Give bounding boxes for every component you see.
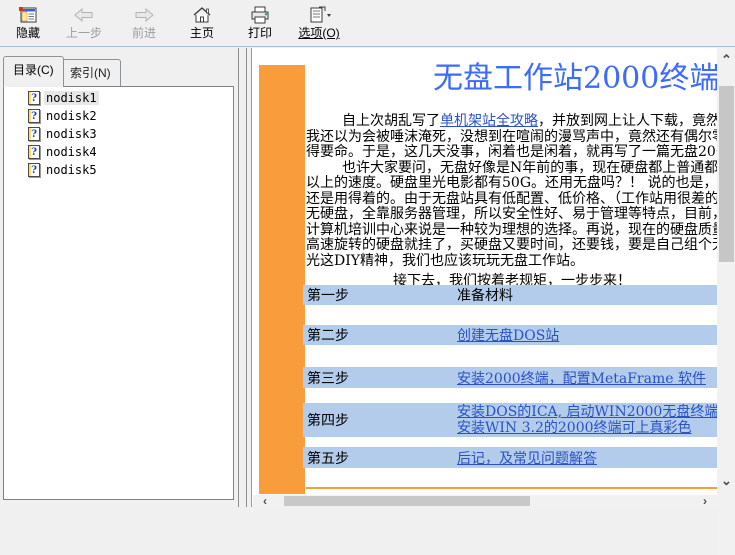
tree-item-nodisk5[interactable]: ? nodisk5	[28, 162, 233, 177]
forward-button[interactable]: 前进	[124, 0, 164, 44]
scroll-down-icon[interactable]: ⌄	[717, 472, 735, 489]
print-button[interactable]: 打印	[242, 0, 278, 44]
toolbar: 隐藏 上一步 前进 主页	[0, 0, 735, 47]
orange-divider-line	[306, 487, 717, 489]
tree-item-label: nodisk2	[44, 109, 99, 123]
tree-item-label: nodisk5	[44, 163, 99, 177]
step-link-win32-truecolor[interactable]: 安装WIN 3.2的2000终端可上真彩色	[457, 420, 717, 436]
link-danji-jiazhan[interactable]: 单机架站全攻略	[440, 113, 538, 129]
scrollbar-corner	[717, 492, 735, 555]
step-label: 第一步	[303, 285, 457, 305]
contents-tree: ? nodisk1 ? nodisk2 ? nodisk3 ? nodisk4 …	[3, 86, 234, 500]
page-title: 无盘工作站2000终端	[433, 53, 717, 97]
help-topic-icon: ?	[28, 127, 40, 141]
home-button[interactable]: 主页	[182, 0, 222, 44]
back-arrow-icon	[73, 4, 95, 26]
scroll-left-icon[interactable]: ‹	[253, 494, 277, 508]
step-row-5: 第五步 后记，及常见问题解答	[303, 447, 717, 468]
paragraph-line: 高速旋转的硬盘就挂了，买硬盘又要时间，还要钱，要是自己组个无盘工	[306, 238, 717, 254]
tree-item-label: nodisk1	[44, 91, 99, 105]
orange-sidebar-decoration	[259, 65, 305, 494]
print-button-label: 打印	[248, 26, 272, 40]
tab-contents[interactable]: 目录(C)	[3, 56, 64, 87]
tree-item-nodisk1[interactable]: ? nodisk1	[28, 90, 233, 105]
tree-item-nodisk3[interactable]: ? nodisk3	[28, 126, 233, 141]
paragraph-line: 我还以为会被唾沫淹死，没想到在喧闹的漫骂声中，竟然还有偶尔零星的	[306, 130, 717, 146]
home-button-label: 主页	[190, 26, 214, 40]
step-row-1: 第一步 准备材料	[303, 285, 717, 305]
scroll-right-icon[interactable]: ›	[693, 494, 717, 508]
step-row-4: 第四步 安装DOS的ICA, 启动WIN2000无盘终端 安装WIN 3.2的2…	[303, 403, 717, 437]
horizontal-scrollbar[interactable]: ‹ ›	[253, 495, 717, 507]
step-link-install-ica[interactable]: 安装DOS的ICA, 启动WIN2000无盘终端	[457, 404, 717, 420]
paragraph-text: ，并放到网上让人下载，竟然有人	[538, 113, 717, 129]
step-label: 第二步	[303, 325, 457, 345]
intro-paragraph: 自上次胡乱写了单机架站全攻略，并放到网上让人下载，竟然有人 我还以为会被唾沫淹死…	[306, 114, 717, 269]
step-row-3: 第三步 安装2000终端，配置MetaFrame 软件	[303, 367, 717, 388]
paragraph-line: 计算机培训中心来说是一种较为理想的选择。再说，现在的硬盘质量好象	[306, 223, 717, 239]
paragraph-line: 自上次胡乱写了单机架站全攻略，并放到网上让人下载，竟然有人	[306, 114, 717, 130]
tree-item-nodisk4[interactable]: ? nodisk4	[28, 144, 233, 159]
paragraph-text: 自上次胡乱写了	[342, 113, 440, 129]
step-link-create-dos-station[interactable]: 创建无盘DOS站	[457, 325, 559, 345]
tab-contents-label: 目录(C)	[13, 63, 54, 77]
paragraph-line: 还是用得着的。由于无盘站具有低配置、低价格、（工作站用很差的486即	[306, 192, 717, 208]
paragraph-line: 光这DIY精神，我们也应该玩玩无盘工作站。	[306, 254, 717, 270]
panel-splitter[interactable]	[246, 48, 247, 507]
step-link-install-2000-terminal[interactable]: 安装2000终端，配置MetaFrame 软件	[457, 368, 706, 388]
paragraph-line: 无硬盘，全靠服务器管理，所以安全性好、易于管理等特点，目前，无盘	[306, 207, 717, 223]
tree-item-label: nodisk3	[44, 127, 99, 141]
vertical-scrollbar-thumb[interactable]	[719, 86, 734, 262]
tree-item-label: nodisk4	[44, 145, 99, 159]
step-label: 第四步	[303, 410, 457, 430]
hide-button-label: 隐藏	[16, 26, 40, 40]
back-button-label: 上一步	[66, 26, 102, 40]
topic-pane: 无盘工作站2000终端 自上次胡乱写了单机架站全攻略，并放到网上让人下载，竟然有…	[251, 48, 735, 507]
home-icon	[192, 4, 212, 26]
step-label: 第三步	[303, 368, 457, 388]
help-topic-icon: ?	[28, 109, 40, 123]
step-row-2: 第二步 创建无盘DOS站	[303, 325, 717, 345]
forward-arrow-icon	[133, 4, 155, 26]
horizontal-scrollbar-thumb[interactable]	[284, 496, 530, 506]
panel-splitter[interactable]	[238, 48, 239, 507]
step-link-postscript-faq[interactable]: 后记，及常见问题解答	[457, 448, 597, 468]
paragraph-line: 也许大家要问，无盘好像是N年前的事，现在硬盘都上普通都是80G	[306, 161, 717, 177]
scroll-up-icon[interactable]: ⌃	[717, 51, 735, 68]
options-button[interactable]: 选项(O)	[292, 0, 346, 44]
forward-button-label: 前进	[132, 26, 156, 40]
tab-index[interactable]: 索引(N)	[60, 59, 121, 87]
hide-icon	[18, 4, 38, 26]
paragraph-line: 以上的速度。硬盘里光电影都有50G。还用无盘吗？！ 说的也是，不过单	[306, 176, 717, 192]
help-topic-icon: ?	[28, 91, 40, 105]
print-icon	[249, 4, 271, 26]
hide-button[interactable]: 隐藏	[8, 0, 48, 44]
step-text: 准备材料	[457, 285, 513, 305]
back-button[interactable]: 上一步	[60, 0, 108, 44]
vertical-scrollbar[interactable]: ⌃ ⌄	[717, 48, 735, 492]
document: 无盘工作站2000终端 自上次胡乱写了单机架站全攻略，并放到网上让人下载，竟然有…	[253, 48, 717, 495]
navigation-panel: 目录(C) 索引(N) ? nodisk1 ? nodisk2 ? nodisk…	[0, 48, 236, 507]
step-label: 第五步	[303, 448, 457, 468]
tree-item-nodisk2[interactable]: ? nodisk2	[28, 108, 233, 123]
help-topic-icon: ?	[28, 163, 40, 177]
tab-index-label: 索引(N)	[70, 66, 111, 80]
paragraph-line: 得要命。于是，这几天没事，闲着也是闲着，就再写了一篇无盘2000终端	[306, 145, 717, 161]
options-icon	[306, 4, 332, 26]
help-topic-icon: ?	[28, 145, 40, 159]
options-button-label: 选项(O)	[298, 26, 339, 40]
